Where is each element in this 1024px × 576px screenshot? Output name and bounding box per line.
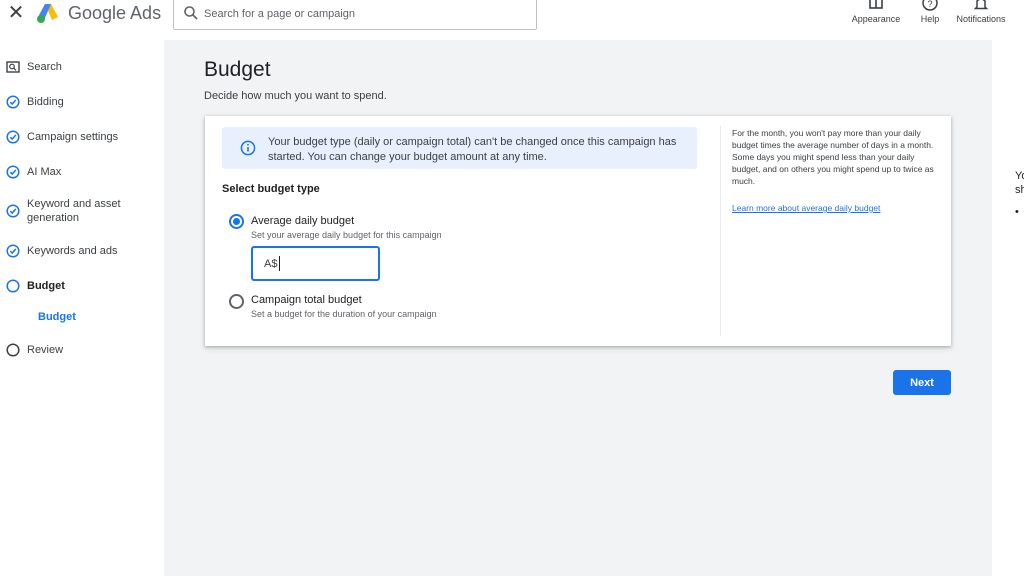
budget-amount-field[interactable]: A$	[251, 246, 380, 281]
help-text: For the month, you won't pay more than y…	[732, 128, 934, 186]
sidebar-item-label: Keyword and asset generation	[27, 198, 121, 224]
right-panel-bullet: •	[1015, 206, 1019, 218]
empty-circle-icon	[6, 343, 20, 357]
help-button[interactable]: ? Help	[915, 0, 945, 30]
sidebar-item-review[interactable]: Review	[0, 343, 164, 357]
sidebar-item-label: AI Max	[27, 166, 62, 178]
next-button[interactable]: Next	[893, 370, 951, 395]
sidebar-item-label: Bidding	[27, 96, 64, 108]
page-title: Budget	[204, 58, 271, 81]
daily-budget-radio[interactable]	[229, 214, 244, 229]
svg-text:?: ?	[927, 0, 932, 9]
check-circle-icon	[6, 204, 20, 218]
top-bar: ✕ Google Ads Appearance ? Help Notificat…	[0, 0, 1024, 40]
total-budget-desc: Set a budget for the duration of your ca…	[251, 309, 437, 319]
sidebar-item-label: Search	[27, 61, 62, 73]
sidebar-item-label: Campaign settings	[27, 131, 119, 143]
check-circle-icon	[6, 244, 20, 258]
search-icon	[184, 6, 198, 20]
close-icon[interactable]: ✕	[6, 2, 26, 24]
text-cursor	[279, 256, 280, 271]
budget-card: Your budget type (daily or campaign tota…	[205, 116, 951, 346]
sidebar-item-label: Keywords and ads	[27, 245, 118, 257]
sidebar-item-bidding[interactable]: Bidding	[0, 95, 164, 109]
sidebar-item-keywords-ads[interactable]: Keywords and ads	[0, 244, 164, 258]
sidebar-item-keyword-asset-generation[interactable]: Keyword and asset generation	[0, 197, 164, 227]
help-label: Help	[920, 14, 940, 24]
sidebar: Search Bidding Campaign settings AI Max …	[0, 40, 164, 576]
sidebar-item-label: Review	[27, 344, 64, 356]
info-notice: Your budget type (daily or campaign tota…	[222, 127, 697, 169]
sidebar-subitem-budget[interactable]: Budget	[38, 311, 76, 323]
total-budget-radio[interactable]	[229, 294, 244, 309]
notifications-label: Notifications	[956, 14, 1006, 24]
bell-icon	[973, 0, 989, 10]
sidebar-item-campaign-settings[interactable]: Campaign settings	[0, 130, 164, 144]
sidebar-item-search[interactable]: Search	[0, 60, 164, 74]
right-panel-text: sh	[1015, 184, 1024, 196]
brand-name: Google Ads	[68, 3, 162, 23]
budget-type-label: Select budget type	[222, 183, 320, 195]
google-ads-logo-icon	[37, 4, 58, 23]
card-divider	[720, 126, 721, 336]
daily-budget-title: Average daily budget	[251, 215, 355, 227]
sidebar-item-budget[interactable]: Budget	[0, 279, 164, 293]
search-bar[interactable]	[173, 0, 537, 30]
check-circle-icon	[6, 165, 20, 179]
check-circle-icon	[6, 130, 20, 144]
info-text: Your budget type (daily or campaign tota…	[268, 136, 677, 163]
info-icon	[240, 140, 256, 156]
total-budget-title: Campaign total budget	[251, 294, 362, 306]
search-input[interactable]	[204, 5, 524, 22]
daily-budget-desc: Set your average daily budget for this c…	[251, 230, 442, 240]
appearance-icon	[869, 0, 883, 9]
right-panel-text: Yo	[1015, 170, 1024, 182]
sidebar-item-label: Budget	[27, 280, 65, 292]
current-step-circle-icon	[6, 279, 20, 293]
appearance-button[interactable]: Appearance	[850, 0, 902, 30]
page-subtitle: Decide how much you want to spend.	[204, 90, 387, 102]
help-icon: ?	[922, 0, 938, 11]
appearance-label: Appearance	[851, 14, 901, 24]
right-panel: Yo sh •	[992, 40, 1024, 576]
sidebar-item-ai-max[interactable]: AI Max	[0, 165, 164, 179]
currency-prefix: A$	[264, 258, 278, 270]
search-campaign-icon	[6, 61, 20, 73]
learn-more-link[interactable]: Learn more about average daily budget	[732, 203, 880, 213]
check-circle-icon	[6, 95, 20, 109]
notifications-button[interactable]: Notifications	[952, 0, 1010, 30]
